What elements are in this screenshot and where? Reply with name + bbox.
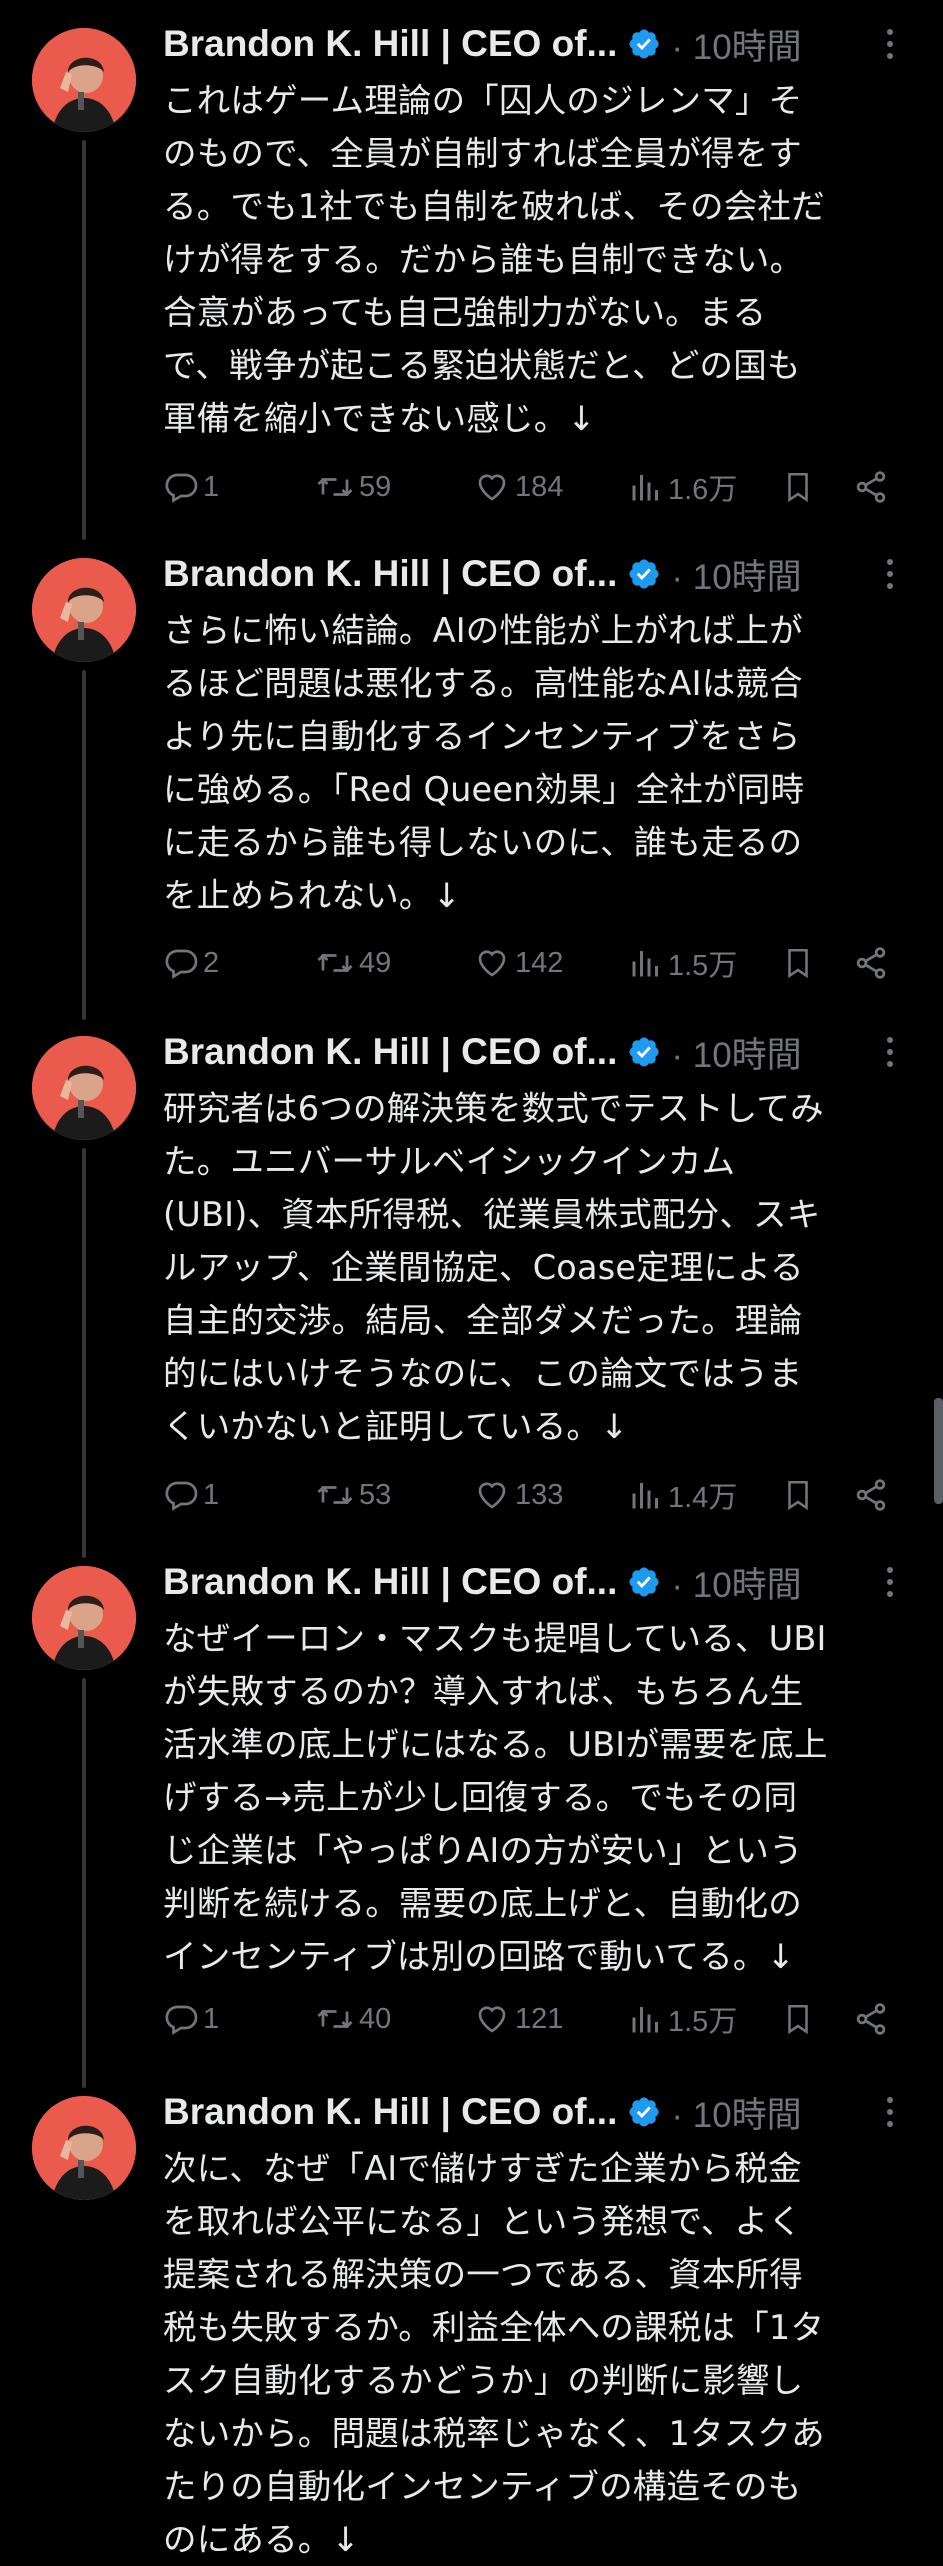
tweet-header: Brandon K. Hill | CEO of... · 10時間	[163, 1554, 802, 1610]
retweet-count: 49	[359, 946, 392, 979]
views-count: 1.6万	[668, 474, 738, 506]
avatar[interactable]	[32, 28, 136, 132]
tweet-timestamp[interactable]: · 10時間	[671, 19, 801, 70]
like-button[interactable]: 133	[473, 1477, 563, 1513]
tweet-actions: 1 40 121 1.5万	[163, 1994, 898, 2044]
author-name[interactable]: Brandon K. Hill | CEO of...	[163, 1561, 617, 1603]
more-options-icon[interactable]	[872, 1032, 908, 1072]
like-count: 142	[515, 946, 564, 979]
tweet-text: 次に、なぜ「AIで儲けすぎた企業から税金 を取れば公平になる」という発想で、よく…	[163, 2149, 825, 2559]
reply-button[interactable]: 2	[163, 945, 219, 981]
tweet-actions: 1 59 184 1.6万	[163, 462, 898, 512]
retweet-count: 40	[359, 2002, 392, 2035]
avatar[interactable]	[32, 1036, 136, 1140]
like-count: 184	[515, 470, 564, 503]
like-count: 121	[515, 2002, 564, 2035]
tweet-header: Brandon K. Hill | CEO of... · 10時間	[163, 2084, 802, 2140]
tweet-header: Brandon K. Hill | CEO of... · 10時間	[163, 1024, 802, 1080]
verified-badge-icon	[627, 557, 661, 591]
tweet-timestamp[interactable]: · 10時間	[671, 2087, 801, 2138]
retweet-count: 53	[359, 1478, 392, 1511]
reply-button[interactable]: 1	[163, 1477, 219, 1513]
views-count: 1.4万	[668, 1482, 738, 1514]
avatar[interactable]	[32, 558, 136, 662]
share-icon[interactable]	[853, 1477, 889, 1513]
tweet-header: Brandon K. Hill | CEO of... · 10時間	[163, 546, 802, 602]
like-button[interactable]: 121	[473, 2001, 563, 2037]
tweet-timestamp[interactable]: · 10時間	[671, 1027, 801, 1078]
avatar[interactable]	[32, 1566, 136, 1670]
scrollbar[interactable]	[934, 1398, 943, 1504]
more-options-icon[interactable]	[872, 2092, 908, 2132]
author-name[interactable]: Brandon K. Hill | CEO of...	[163, 553, 617, 595]
tweet-text: さらに怖い結論。AIの性能が上がれば上が るほど問題は悪化する。高性能なAIは競…	[163, 611, 805, 915]
views-count: 1.5万	[668, 2006, 738, 2038]
share-icon[interactable]	[853, 945, 889, 981]
verified-badge-icon	[627, 1035, 661, 1069]
tweet[interactable]: Brandon K. Hill | CEO of... · 10時間 これはゲー…	[0, 0, 943, 530]
reply-count: 1	[203, 1478, 220, 1511]
reply-button[interactable]: 1	[163, 2001, 219, 2037]
tweet[interactable]: Brandon K. Hill | CEO of... · 10時間 さらに怖い…	[0, 530, 943, 1008]
tweet-timestamp[interactable]: · 10時間	[671, 549, 801, 600]
share-icon[interactable]	[853, 2001, 889, 2037]
verified-badge-icon	[627, 27, 661, 61]
tweet-actions: 1 53 133 1.4万	[163, 1470, 898, 1520]
views-count: 1.5万	[668, 950, 738, 982]
author-name[interactable]: Brandon K. Hill | CEO of...	[163, 23, 617, 65]
tweet[interactable]: Brandon K. Hill | CEO of... · 10時間 なぜイーロ…	[0, 1538, 943, 2068]
tweet-actions: 2 49 142 1.5万	[163, 938, 898, 988]
more-options-icon[interactable]	[872, 1562, 908, 1602]
views-button[interactable]: 1.6万	[628, 466, 737, 508]
tweet-timestamp[interactable]: · 10時間	[671, 1557, 801, 1608]
retweet-count: 59	[359, 470, 392, 503]
views-button[interactable]: 1.5万	[628, 1998, 737, 2040]
tweet[interactable]: Brandon K. Hill | CEO of... · 10時間 次に、なぜ…	[0, 2068, 943, 2560]
tweet-text: 研究者は6つの解決策を数式でテストしてみ た。ユニバーサルベイシックインカム (…	[163, 1089, 824, 1446]
author-name[interactable]: Brandon K. Hill | CEO of...	[163, 1031, 617, 1073]
avatar[interactable]	[32, 2096, 136, 2200]
bookmark-icon[interactable]	[781, 468, 815, 506]
reply-count: 1	[203, 2002, 220, 2035]
tweet[interactable]: Brandon K. Hill | CEO of... · 10時間 研究者は6…	[0, 1008, 943, 1538]
verified-badge-icon	[627, 2095, 661, 2129]
bookmark-icon[interactable]	[781, 2000, 815, 2038]
like-button[interactable]: 184	[473, 469, 563, 505]
retweet-button[interactable]: 49	[315, 945, 391, 981]
reply-count: 2	[203, 946, 220, 979]
more-options-icon[interactable]	[872, 24, 908, 64]
retweet-button[interactable]: 40	[315, 2001, 391, 2037]
views-button[interactable]: 1.4万	[628, 1474, 737, 1516]
author-name[interactable]: Brandon K. Hill | CEO of...	[163, 2091, 617, 2133]
tweet-text: これはゲーム理論の「囚人のジレンマ」そ のもので、全員が自制すれば全員が得をす …	[163, 81, 825, 438]
bookmark-icon[interactable]	[781, 944, 815, 982]
more-options-icon[interactable]	[872, 554, 908, 594]
like-button[interactable]: 142	[473, 945, 563, 981]
like-count: 133	[515, 1478, 564, 1511]
tweet-text: なぜイーロン・マスクも提唱している、UBI が失敗するのか？導入すれば、もちろん…	[163, 1619, 828, 1976]
thread: Brandon K. Hill | CEO of... · 10時間 これはゲー…	[0, 0, 943, 2560]
reply-button[interactable]: 1	[163, 469, 219, 505]
views-button[interactable]: 1.5万	[628, 942, 737, 984]
retweet-button[interactable]: 59	[315, 469, 391, 505]
retweet-button[interactable]: 53	[315, 1477, 391, 1513]
share-icon[interactable]	[853, 469, 889, 505]
verified-badge-icon	[627, 1565, 661, 1599]
tweet-header: Brandon K. Hill | CEO of... · 10時間	[163, 16, 802, 72]
bookmark-icon[interactable]	[781, 1476, 815, 1514]
reply-count: 1	[203, 470, 220, 503]
